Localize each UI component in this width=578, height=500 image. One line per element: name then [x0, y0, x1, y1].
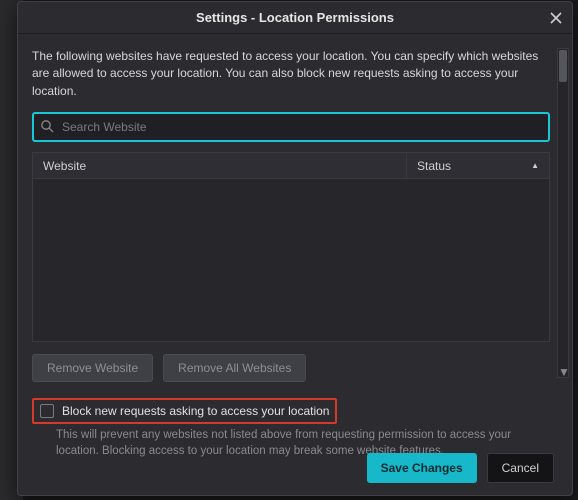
close-button[interactable]: [544, 6, 568, 30]
scroll-thumb[interactable]: [559, 50, 567, 82]
cancel-button[interactable]: Cancel: [487, 453, 554, 483]
save-changes-button[interactable]: Save Changes: [367, 453, 477, 483]
column-header-status[interactable]: Status ▲: [407, 153, 549, 178]
search-input[interactable]: [32, 112, 550, 142]
sort-arrow-icon: ▲: [531, 161, 539, 170]
dialog-titlebar: Settings - Location Permissions: [18, 2, 572, 34]
dialog-title: Settings - Location Permissions: [196, 10, 394, 25]
table-header: Website Status ▲: [33, 153, 549, 179]
table-body: [33, 179, 549, 341]
website-table: Website Status ▲: [32, 152, 550, 342]
dialog-scrollbar[interactable]: ▲ ▼: [557, 48, 569, 378]
close-icon: [550, 12, 562, 24]
dialog-description: The following websites have requested to…: [32, 48, 550, 100]
remove-all-websites-button[interactable]: Remove All Websites: [163, 354, 306, 382]
column-status-label: Status: [417, 159, 451, 173]
search-icon: [40, 119, 54, 136]
block-new-requests-label: Block new requests asking to access your…: [62, 404, 329, 418]
scroll-down-icon: ▼: [558, 366, 570, 378]
location-permissions-dialog: Settings - Location Permissions ▲ ▼ The …: [17, 1, 573, 496]
block-new-requests-checkbox[interactable]: [40, 404, 54, 418]
column-website-label: Website: [43, 159, 86, 173]
block-new-requests-row[interactable]: Block new requests asking to access your…: [32, 398, 337, 424]
column-header-website[interactable]: Website: [33, 153, 407, 178]
remove-website-button[interactable]: Remove Website: [32, 354, 153, 382]
